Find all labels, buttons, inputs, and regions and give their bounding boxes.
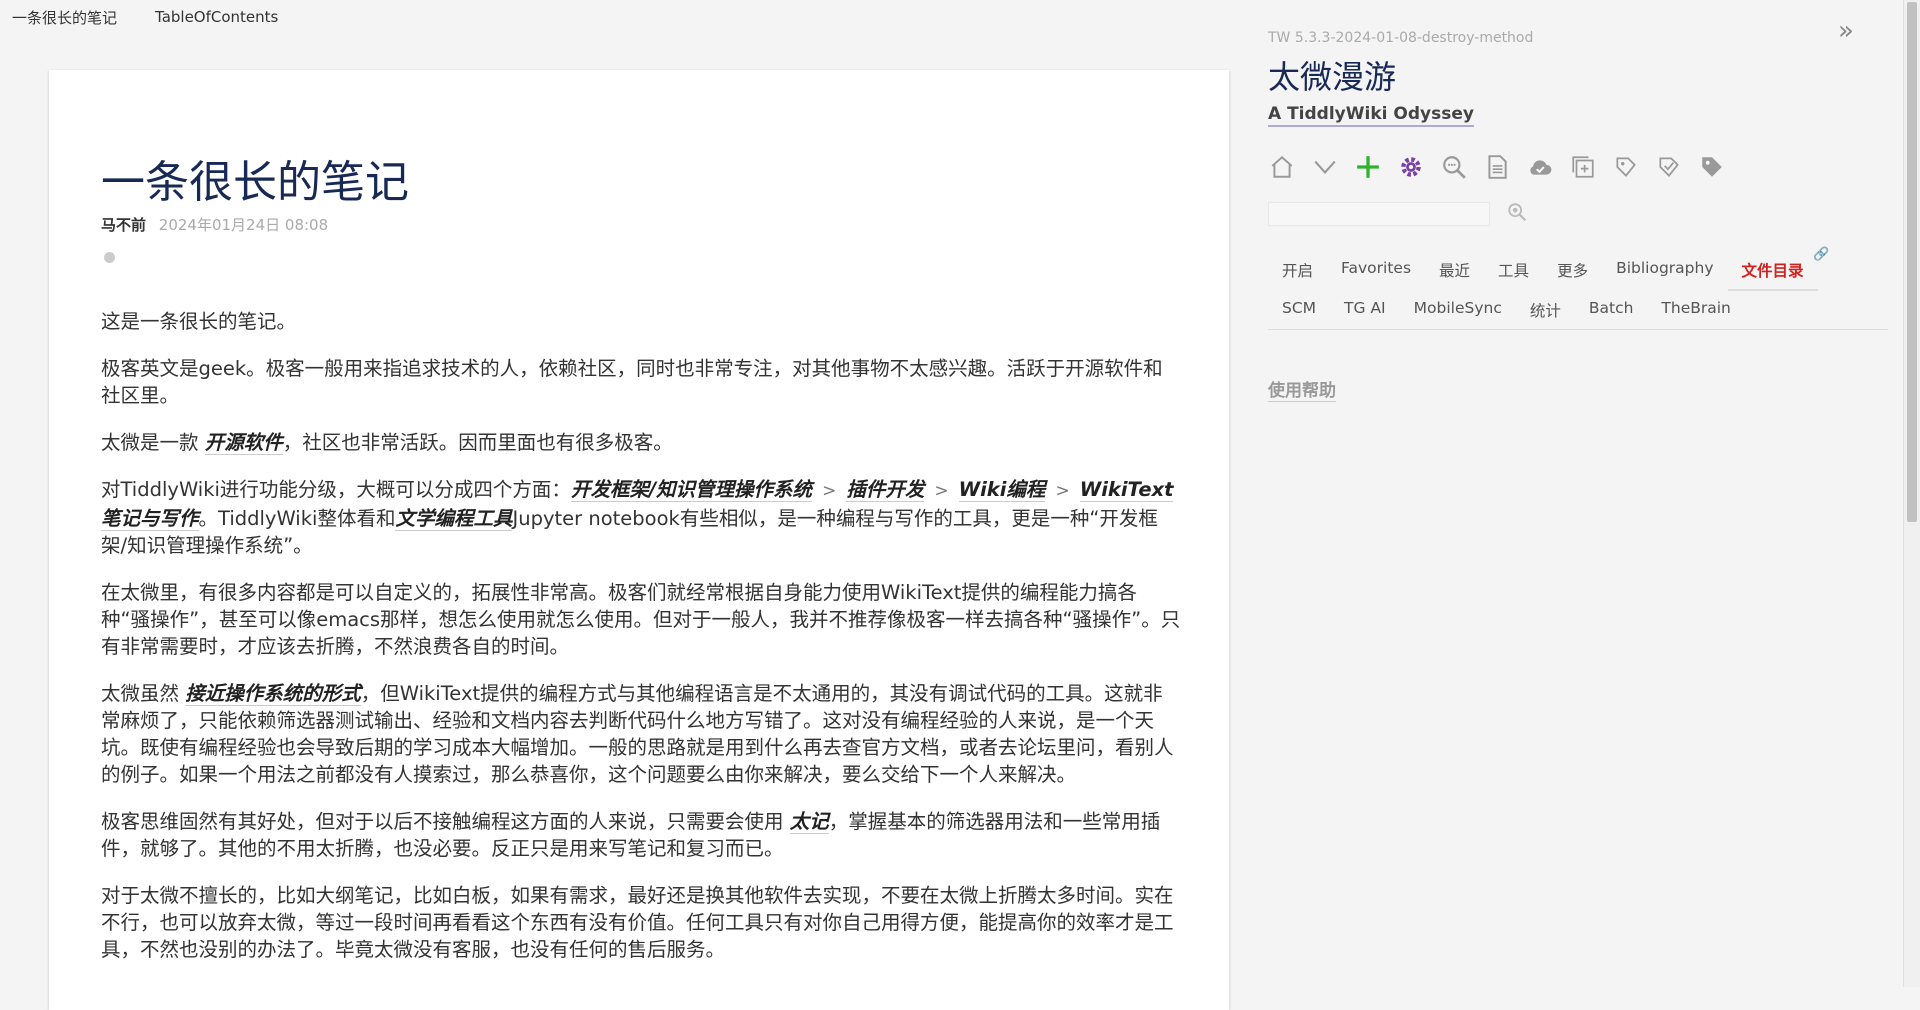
link-wiki-programming[interactable]: Wiki编程 bbox=[958, 478, 1046, 502]
search-input[interactable] bbox=[1268, 202, 1490, 226]
tab-tg-ai[interactable]: TG AI bbox=[1330, 291, 1400, 329]
home-icon[interactable] bbox=[1268, 153, 1296, 181]
link-literate-programming[interactable]: 文学编程工具 bbox=[395, 507, 513, 531]
page-scrollbar[interactable] bbox=[1903, 0, 1920, 987]
clone-icon[interactable] bbox=[1569, 153, 1597, 181]
new-journal-icon[interactable] bbox=[1483, 153, 1511, 181]
tab-open[interactable]: 开启 bbox=[1268, 251, 1327, 291]
link-plugin-dev[interactable]: 插件开发 bbox=[846, 478, 925, 502]
paragraph: 在太微里，有很多内容都是可以自定义的，拓展性非常高。极客们就经常根据自身能力使用… bbox=[101, 581, 1181, 658]
tab-batch[interactable]: Batch bbox=[1575, 291, 1648, 329]
link-os-form[interactable]: 接近操作系统的形式 bbox=[185, 682, 361, 706]
tab-scm[interactable]: SCM bbox=[1268, 291, 1330, 329]
chevron-down-icon[interactable] bbox=[1311, 153, 1339, 181]
paragraph: 极客英文是geek。极客一般用来指追求技术的人，依赖社区，同时也非常专注，对其他… bbox=[101, 357, 1163, 407]
site-subtitle[interactable]: A TiddlyWiki Odyssey bbox=[1268, 104, 1474, 127]
tab-more[interactable]: 更多 bbox=[1543, 251, 1602, 291]
open-tiddler-link[interactable]: 一条很长的笔记 bbox=[12, 7, 117, 28]
paragraph: 太微是一款 开源软件，社区也非常活跃。因而里面也有很多极客。 bbox=[101, 431, 673, 455]
toc-link[interactable]: TableOfContents bbox=[155, 8, 278, 26]
tab-tools[interactable]: 工具 bbox=[1484, 251, 1543, 291]
tab-stats[interactable]: 统计 bbox=[1516, 291, 1575, 329]
layout-icon[interactable] bbox=[1612, 153, 1640, 181]
sidebar: TW 5.3.3-2024-01-08-destroy-method 太微漫游 … bbox=[1268, 30, 1888, 402]
page-toolbar bbox=[1268, 153, 1888, 181]
sidebar-tabs: 开启 Favorites 最近 工具 更多 Bibliography 文件目录 🔗… bbox=[1268, 247, 1888, 330]
scrollbar-thumb[interactable] bbox=[1907, 2, 1917, 522]
paragraph: 对于太微不擅长的，比如大纲笔记，比如白板，如果有需求，最好还是换其他软件去实现，… bbox=[101, 884, 1174, 961]
tab-mobilesync[interactable]: MobileSync bbox=[1400, 291, 1516, 329]
gear-icon[interactable] bbox=[1397, 153, 1425, 181]
paragraph: 对TiddlyWiki进行功能分级，大概可以分成四个方面：开发框架/知识管理操作… bbox=[101, 478, 1174, 557]
tiddler-body: 这是一条很长的笔记。 极客英文是geek。极客一般用来指追求技术的人，依赖社区，… bbox=[101, 308, 1181, 983]
help-link[interactable]: 使用帮助 bbox=[1268, 376, 1336, 402]
tiddler-date: 2024年01月24日 08:08 bbox=[158, 216, 329, 234]
search-icon[interactable] bbox=[1506, 201, 1528, 227]
tiddler-meta: 马不前 2024年01月24日 08:08 bbox=[101, 214, 328, 235]
paragraph: 这是一条很长的笔记。 bbox=[101, 310, 297, 333]
tab-thebrain[interactable]: TheBrain bbox=[1647, 291, 1744, 329]
advanced-search-icon[interactable] bbox=[1440, 153, 1468, 181]
tag-dot-icon[interactable] bbox=[104, 252, 115, 263]
collapse-sidebar-icon[interactable]: » bbox=[1838, 16, 1854, 46]
link-open-source[interactable]: 开源软件 bbox=[204, 431, 283, 455]
tab-favorites[interactable]: Favorites bbox=[1327, 251, 1425, 291]
paragraph: 极客思维固然有其好处，但对于以后不接触编程这方面的人来说，只需要会使用 太记，掌… bbox=[101, 810, 1161, 860]
cloud-icon[interactable] bbox=[1526, 153, 1554, 181]
site-title: 太微漫游 bbox=[1268, 58, 1397, 96]
version-label: TW 5.3.3-2024-01-08-destroy-method bbox=[1268, 30, 1534, 46]
link-dev-framework[interactable]: 开发框架/知识管理操作系统 bbox=[570, 478, 813, 502]
tab-bibliography[interactable]: Bibliography bbox=[1602, 251, 1727, 291]
story-icon[interactable] bbox=[1655, 153, 1683, 181]
tag-icon[interactable] bbox=[1698, 153, 1726, 181]
new-tiddler-icon[interactable] bbox=[1354, 153, 1382, 181]
link-tidgi[interactable]: 太记 bbox=[789, 810, 829, 834]
story-river-top-bar: 一条很长的笔记 TableOfContents bbox=[0, 0, 278, 34]
search-row bbox=[1268, 201, 1888, 227]
paragraph: 太微虽然 接近操作系统的形式，但WikiText提供的编程方式与其他编程语言是不… bbox=[101, 682, 1174, 786]
link-icon: 🔗 bbox=[1813, 247, 1830, 262]
tab-file-directory[interactable]: 文件目录 🔗 bbox=[1727, 247, 1830, 291]
tiddler-title: 一条很长的笔记 bbox=[101, 157, 409, 208]
tab-recent[interactable]: 最近 bbox=[1425, 251, 1484, 291]
tiddler-author[interactable]: 马不前 bbox=[101, 216, 146, 234]
